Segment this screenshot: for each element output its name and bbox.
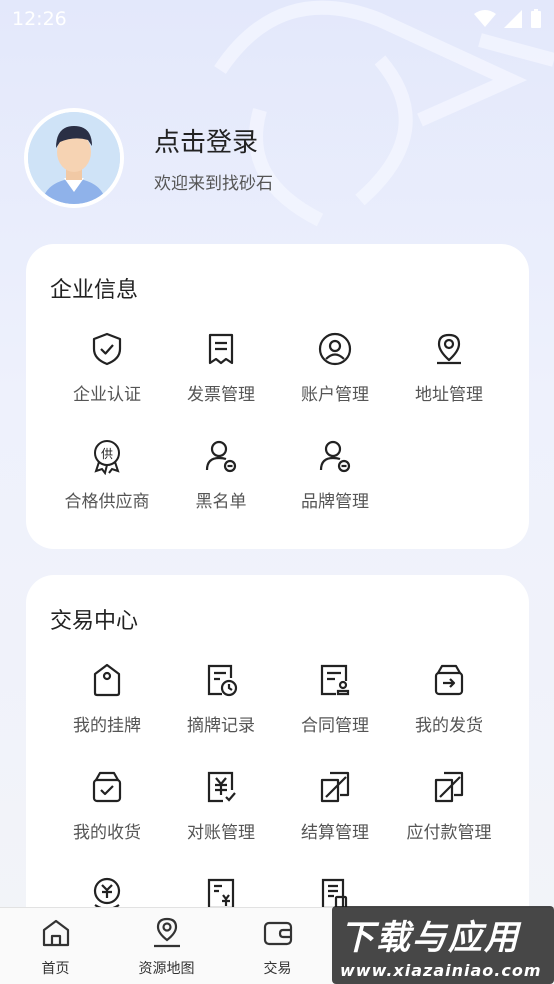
- menu-brand-management[interactable]: 品牌管理: [278, 427, 392, 534]
- menu-label: 企业认证: [73, 385, 141, 405]
- menu-contract-management[interactable]: 合同管理: [278, 651, 392, 758]
- svg-text:供: 供: [101, 447, 113, 461]
- menu-label: 地址管理: [415, 385, 483, 405]
- trade-center-card: 交易中心 我的挂牌 摘牌记录 合同管理 我的发货 我的收货 对账管理 结算管理: [26, 575, 529, 935]
- menu-settlement[interactable]: 结算管理: [278, 758, 392, 865]
- tab-resource-map[interactable]: 资源地图: [111, 908, 222, 984]
- user-block-icon: [205, 440, 237, 473]
- ship-box-icon: [434, 664, 464, 696]
- user-block-icon: [319, 440, 351, 473]
- map-icon: [153, 917, 180, 948]
- menu-invoice-management[interactable]: 发票管理: [164, 320, 278, 427]
- battery-icon: [531, 9, 541, 28]
- menu-qualified-supplier[interactable]: 供 合格供应商: [50, 427, 164, 534]
- tab-home[interactable]: 首页: [0, 908, 111, 984]
- menu-address-management[interactable]: 地址管理: [392, 320, 506, 427]
- pen-doc-icon: [434, 771, 464, 803]
- welcome-text: 欢迎来到找砂石: [154, 174, 273, 194]
- menu-label: 应付款管理: [406, 823, 492, 843]
- menu-enterprise-certification[interactable]: 企业认证: [50, 320, 164, 427]
- login-title[interactable]: 点击登录: [154, 122, 273, 159]
- menu-label: 合格供应商: [64, 492, 150, 512]
- watermark-title: 下载与应用: [340, 918, 520, 958]
- tab-trade[interactable]: 交易: [222, 908, 333, 984]
- menu-blacklist[interactable]: 黑名单: [164, 427, 278, 534]
- status-icons: [474, 9, 542, 29]
- menu-label: 我的发货: [415, 716, 483, 736]
- menu-label: 对账管理: [187, 823, 255, 843]
- yen-check-icon: [207, 771, 236, 803]
- menu-reconciliation[interactable]: 对账管理: [164, 758, 278, 865]
- clock-doc-icon: [207, 664, 238, 697]
- tab-label: 资源地图: [138, 961, 195, 977]
- menu-label: 合同管理: [301, 716, 369, 736]
- menu-my-listing[interactable]: 我的挂牌: [50, 651, 164, 758]
- menu-label: 我的挂牌: [73, 716, 141, 736]
- avatar[interactable]: [24, 108, 124, 208]
- menu-label: 品牌管理: [301, 492, 369, 512]
- contract-icon: [320, 664, 350, 696]
- menu-account-management[interactable]: 账户管理: [278, 320, 392, 427]
- signal-icon: [504, 10, 522, 28]
- menu-label: 摘牌记录: [187, 716, 255, 736]
- watermark-url: www.xiazainiao.com: [340, 961, 542, 980]
- tab-label: 首页: [41, 961, 70, 977]
- map-pin-icon: [437, 333, 461, 365]
- tag-icon: [93, 663, 121, 697]
- receipt-icon: [208, 333, 234, 365]
- menu-my-receipt[interactable]: 我的收货: [50, 758, 164, 865]
- trade-center-title: 交易中心: [50, 609, 139, 634]
- watermark: 下载与应用 www.xiazainiao.com: [332, 906, 554, 984]
- menu-label: 发票管理: [187, 385, 255, 405]
- menu-label: 结算管理: [301, 823, 369, 843]
- enterprise-info-title: 企业信息: [50, 278, 139, 303]
- wifi-icon: [474, 10, 496, 27]
- status-bar: 12:26: [0, 0, 554, 38]
- shield-check-icon: [92, 332, 122, 366]
- enterprise-info-card: 企业信息 企业认证 发票管理 账户管理 地址管理 供 合格供应商 黑名单 品牌管…: [26, 244, 529, 549]
- home-icon: [42, 919, 69, 947]
- receive-box-icon: [92, 771, 122, 803]
- wallet-icon: [263, 921, 292, 946]
- menu-payables[interactable]: 应付款管理: [392, 758, 506, 865]
- menu-label: 黑名单: [195, 492, 247, 512]
- profile-header[interactable]: 点击登录 欢迎来到找砂石: [24, 108, 273, 208]
- user-circle-icon: [318, 332, 352, 366]
- avatar-person-icon: [28, 112, 120, 204]
- menu-delisting-record[interactable]: 摘牌记录: [164, 651, 278, 758]
- supplier-badge-icon: 供: [94, 440, 120, 475]
- status-time: 12:26: [12, 8, 67, 30]
- menu-label: 我的收货: [73, 823, 141, 843]
- menu-label: 账户管理: [301, 385, 369, 405]
- tab-label: 交易: [263, 961, 292, 977]
- pen-doc-icon: [320, 771, 350, 803]
- menu-my-shipment[interactable]: 我的发货: [392, 651, 506, 758]
